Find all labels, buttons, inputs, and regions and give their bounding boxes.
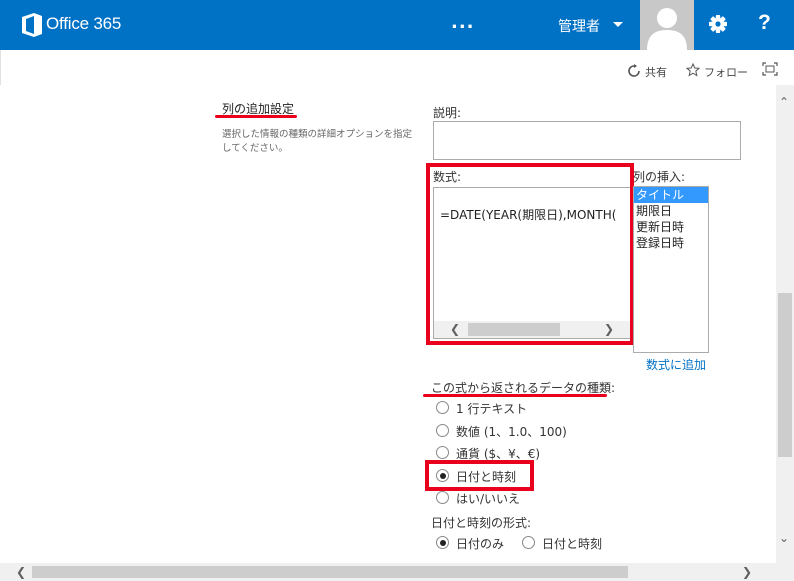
app-name[interactable]: Office 365 — [46, 14, 121, 34]
section-description: 選択した情報の種類の詳細オプションを指定してください。 — [222, 129, 413, 154]
help-icon[interactable]: ? — [758, 11, 771, 35]
radio-icon[interactable] — [436, 424, 449, 437]
radio-icon[interactable] — [436, 491, 449, 504]
list-item[interactable]: 登録日時 — [634, 235, 708, 251]
return-type-option[interactable]: 数値 (1、1.0、100) — [436, 423, 567, 441]
list-item[interactable]: 更新日時 — [634, 219, 708, 235]
vertical-scroll-thumb[interactable] — [778, 293, 792, 457]
scrollbar-corner — [776, 563, 794, 581]
chevron-down-icon[interactable]: ⌄ — [779, 531, 789, 545]
avatar[interactable] — [640, 0, 694, 50]
person-icon — [647, 8, 687, 50]
description-label: 説明: — [433, 106, 462, 120]
list-item[interactable]: タイトル — [634, 187, 708, 203]
insert-column-label: 列の挿入: — [633, 170, 686, 184]
focus-mode-icon[interactable] — [762, 62, 778, 76]
share-button[interactable]: 共有 — [645, 64, 667, 80]
page-horizontal-scrollbar[interactable]: ❮ ❯ — [0, 563, 776, 581]
return-type-underline — [423, 394, 607, 397]
page-vertical-scrollbar[interactable]: ⌃ ⌄ — [776, 85, 794, 563]
date-format-option-selected[interactable]: 日付のみ — [436, 535, 504, 553]
chevron-left-icon[interactable]: ❮ — [16, 565, 26, 579]
radio-checked-icon[interactable] — [436, 536, 449, 549]
insert-column-list[interactable]: タイトル 期限日 更新日時 登録日時 — [633, 186, 709, 353]
radio-icon[interactable] — [522, 536, 535, 549]
datetime-highlight-box — [425, 460, 534, 491]
action-bar — [0, 50, 794, 85]
date-format-option[interactable]: 日付と時刻 — [522, 535, 602, 553]
return-type-option[interactable]: はい/いいえ — [436, 490, 520, 508]
share-icon[interactable] — [627, 64, 641, 78]
user-menu[interactable]: 管理者 — [558, 16, 600, 36]
description-field[interactable] — [433, 121, 741, 160]
add-to-formula-link[interactable]: 数式に追加 — [646, 356, 706, 373]
chevron-up-icon[interactable]: ⌃ — [779, 95, 789, 109]
office-logo-icon[interactable] — [22, 13, 42, 37]
section-title-underline — [215, 115, 297, 118]
radio-icon[interactable] — [436, 401, 449, 414]
horizontal-scroll-thumb[interactable] — [32, 566, 628, 578]
date-format-label: 日付と時刻の形式: — [431, 516, 532, 530]
chevron-right-icon[interactable]: ❯ — [742, 565, 752, 579]
more-icon[interactable]: ... — [451, 12, 475, 33]
suite-bar: Office 365 ... 管理者 ? — [0, 0, 794, 50]
radio-icon[interactable] — [436, 446, 449, 459]
star-icon[interactable] — [686, 63, 700, 77]
return-type-option[interactable]: 1 行テキスト — [436, 400, 527, 418]
follow-button[interactable]: フォロー — [704, 64, 748, 80]
gear-icon[interactable] — [704, 10, 732, 38]
formula-highlight-box — [426, 163, 634, 345]
chevron-down-icon[interactable] — [613, 22, 623, 27]
list-item[interactable]: 期限日 — [634, 203, 708, 219]
